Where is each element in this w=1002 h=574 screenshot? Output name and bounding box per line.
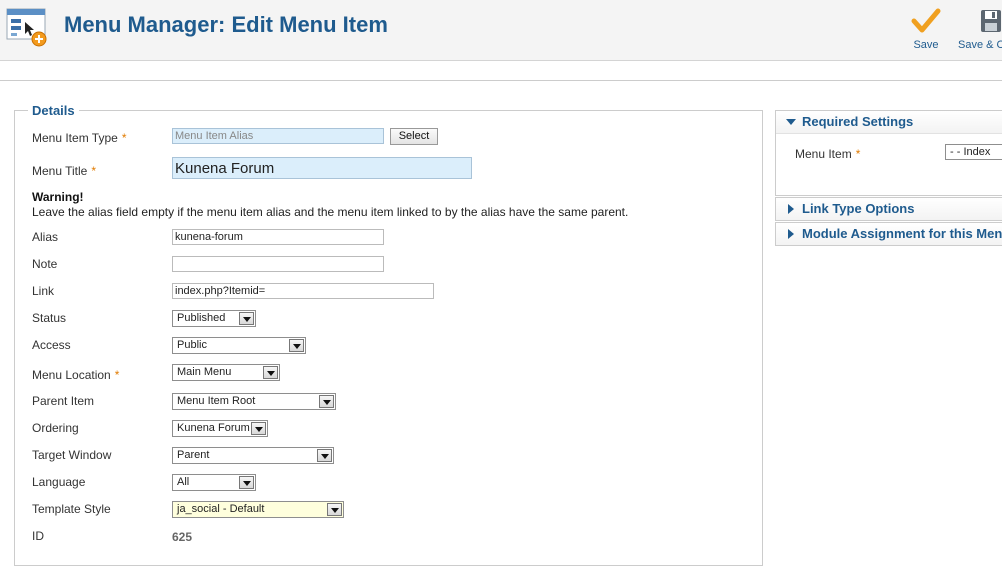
triangle-right-icon: [788, 229, 794, 239]
submenu-divider: [0, 80, 1002, 81]
menu-item-label: Menu Item *: [795, 147, 861, 161]
link-type-options-title: Link Type Options: [802, 201, 915, 216]
note-label: Note: [32, 257, 58, 271]
required-marker: *: [121, 131, 127, 145]
warning-text: Leave the alias field empty if the menu …: [32, 205, 629, 219]
ordering-label: Ordering: [32, 421, 79, 435]
id-label: ID: [32, 529, 44, 543]
select-button[interactable]: Select: [390, 128, 438, 145]
module-assignment-toggle[interactable]: Module Assignment for this Men: [776, 223, 1002, 245]
id-value: 625: [172, 530, 193, 544]
alias-input[interactable]: [172, 229, 384, 245]
details-legend: Details: [28, 103, 79, 118]
access-value: Public: [177, 339, 207, 351]
menu-location-value: Main Menu: [177, 366, 232, 378]
chevron-down-icon: [289, 339, 304, 352]
menu-item-value: - - Index: [950, 146, 991, 158]
link-type-options-toggle[interactable]: Link Type Options: [776, 198, 1002, 220]
chevron-down-icon: [327, 503, 342, 516]
chevron-down-icon: [239, 312, 254, 325]
required-settings-toggle[interactable]: Required Settings: [776, 111, 1002, 133]
link-label: Link: [32, 284, 55, 298]
header-divider: [0, 60, 1002, 61]
status-label: Status: [32, 311, 67, 325]
note-input[interactable]: [172, 256, 384, 272]
access-label: Access: [32, 338, 71, 352]
triangle-down-icon: [786, 119, 796, 125]
parent-item-value: Menu Item Root: [177, 395, 256, 407]
menu-item-type-label: Menu Item Type *: [32, 131, 127, 145]
required-settings-panel: Required Settings Menu Item * - - Index: [775, 110, 1002, 196]
save-button[interactable]: Save: [910, 8, 942, 51]
ordering-select[interactable]: Kunena Forum: [172, 420, 268, 437]
target-window-label: Target Window: [32, 448, 112, 462]
save-close-button[interactable]: Save & C: [958, 8, 1002, 51]
page-title: Menu Manager: Edit Menu Item: [64, 12, 388, 37]
menu-location-label: Menu Location *: [32, 368, 120, 382]
menu-title-input[interactable]: [172, 157, 472, 179]
required-marker: *: [855, 147, 861, 161]
alias-label: Alias: [32, 230, 59, 244]
menu-title-label: Menu Title *: [32, 164, 97, 178]
save-label: Save: [913, 39, 939, 51]
menu-manager-icon: [6, 8, 47, 47]
chevron-down-icon: [239, 476, 254, 489]
warning-title: Warning!: [32, 190, 84, 204]
required-settings-body: Menu Item * - - Index: [776, 133, 1002, 195]
menu-item-select[interactable]: - - Index: [945, 144, 1002, 160]
parent-item-label: Parent Item: [32, 394, 95, 408]
template-style-value: ja_social - Default: [177, 503, 265, 515]
required-settings-title: Required Settings: [802, 114, 914, 129]
menu-item-type-field[interactable]: [172, 128, 384, 144]
link-input[interactable]: [172, 283, 434, 299]
module-assignment-title: Module Assignment for this Men: [802, 226, 1002, 241]
access-select[interactable]: Public: [172, 337, 306, 354]
template-style-label: Template Style: [32, 502, 111, 516]
language-label: Language: [32, 475, 86, 489]
chevron-down-icon: [319, 395, 334, 408]
chevron-down-icon: [263, 366, 278, 379]
target-window-select[interactable]: Parent: [172, 447, 334, 464]
status-select[interactable]: Published: [172, 310, 256, 327]
template-style-select[interactable]: ja_social - Default: [172, 501, 344, 518]
menu-location-select[interactable]: Main Menu: [172, 364, 280, 381]
required-marker: *: [114, 368, 120, 382]
toolbar-header: Menu Manager: Edit Menu Item Save Save &…: [0, 0, 1002, 60]
save-close-label: Save & C: [958, 39, 1002, 51]
chevron-down-icon: [317, 449, 332, 462]
language-value: All: [177, 476, 190, 488]
parent-item-select[interactable]: Menu Item Root: [172, 393, 336, 410]
required-marker: *: [91, 164, 97, 178]
chevron-down-icon: [251, 422, 266, 435]
module-assignment-panel: Module Assignment for this Men: [775, 222, 1002, 246]
ordering-value: Kunena Forum: [177, 422, 250, 434]
language-select[interactable]: All: [172, 474, 256, 491]
status-value: Published: [177, 312, 226, 324]
link-type-options-panel: Link Type Options: [775, 197, 1002, 221]
checkmark-icon: [911, 8, 941, 33]
target-window-value: Parent: [177, 449, 210, 461]
triangle-right-icon: [788, 204, 794, 214]
floppy-disk-icon: [981, 10, 1001, 32]
